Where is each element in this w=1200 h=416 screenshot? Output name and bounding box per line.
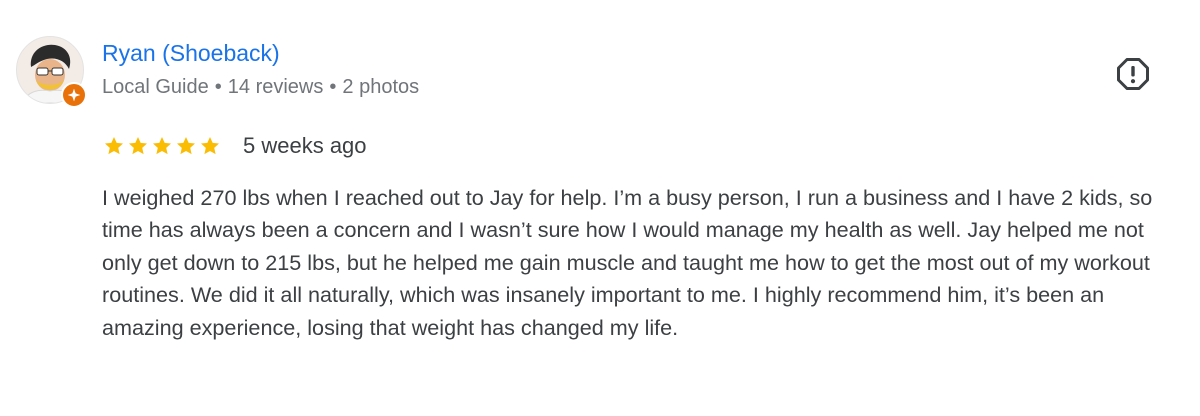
- photos-count: 2 photos: [342, 76, 420, 98]
- star-icon: [177, 137, 195, 155]
- separator: •: [214, 76, 222, 98]
- star-rating: [103, 135, 223, 157]
- star-icon: [129, 137, 147, 155]
- report-icon: [1117, 58, 1149, 90]
- reviewer-name-link[interactable]: Ryan (Shoeback): [102, 40, 280, 67]
- local-guide-star-icon: [67, 88, 81, 102]
- reviewer-meta: Local Guide • 14 reviews • 2 photos: [102, 76, 419, 99]
- avatar[interactable]: [16, 36, 87, 108]
- review-text: I weighed 270 lbs when I reached out to …: [102, 185, 1153, 340]
- separator: •: [329, 76, 337, 98]
- review-card: Ryan (Shoeback) Local Guide • 14 reviews • 2…: [0, 0, 1200, 416]
- review-date: 5 weeks ago: [243, 133, 367, 158]
- rating-row: 5 weeks ago: [103, 131, 367, 161]
- reviews-count: 14 reviews: [227, 76, 324, 98]
- local-guide-label: Local Guide: [102, 76, 209, 98]
- local-guide-badge: [61, 82, 87, 108]
- star-icon: [105, 137, 123, 155]
- star-icon: [153, 137, 171, 155]
- report-button[interactable]: [1114, 55, 1152, 93]
- star-icon: [201, 137, 219, 155]
